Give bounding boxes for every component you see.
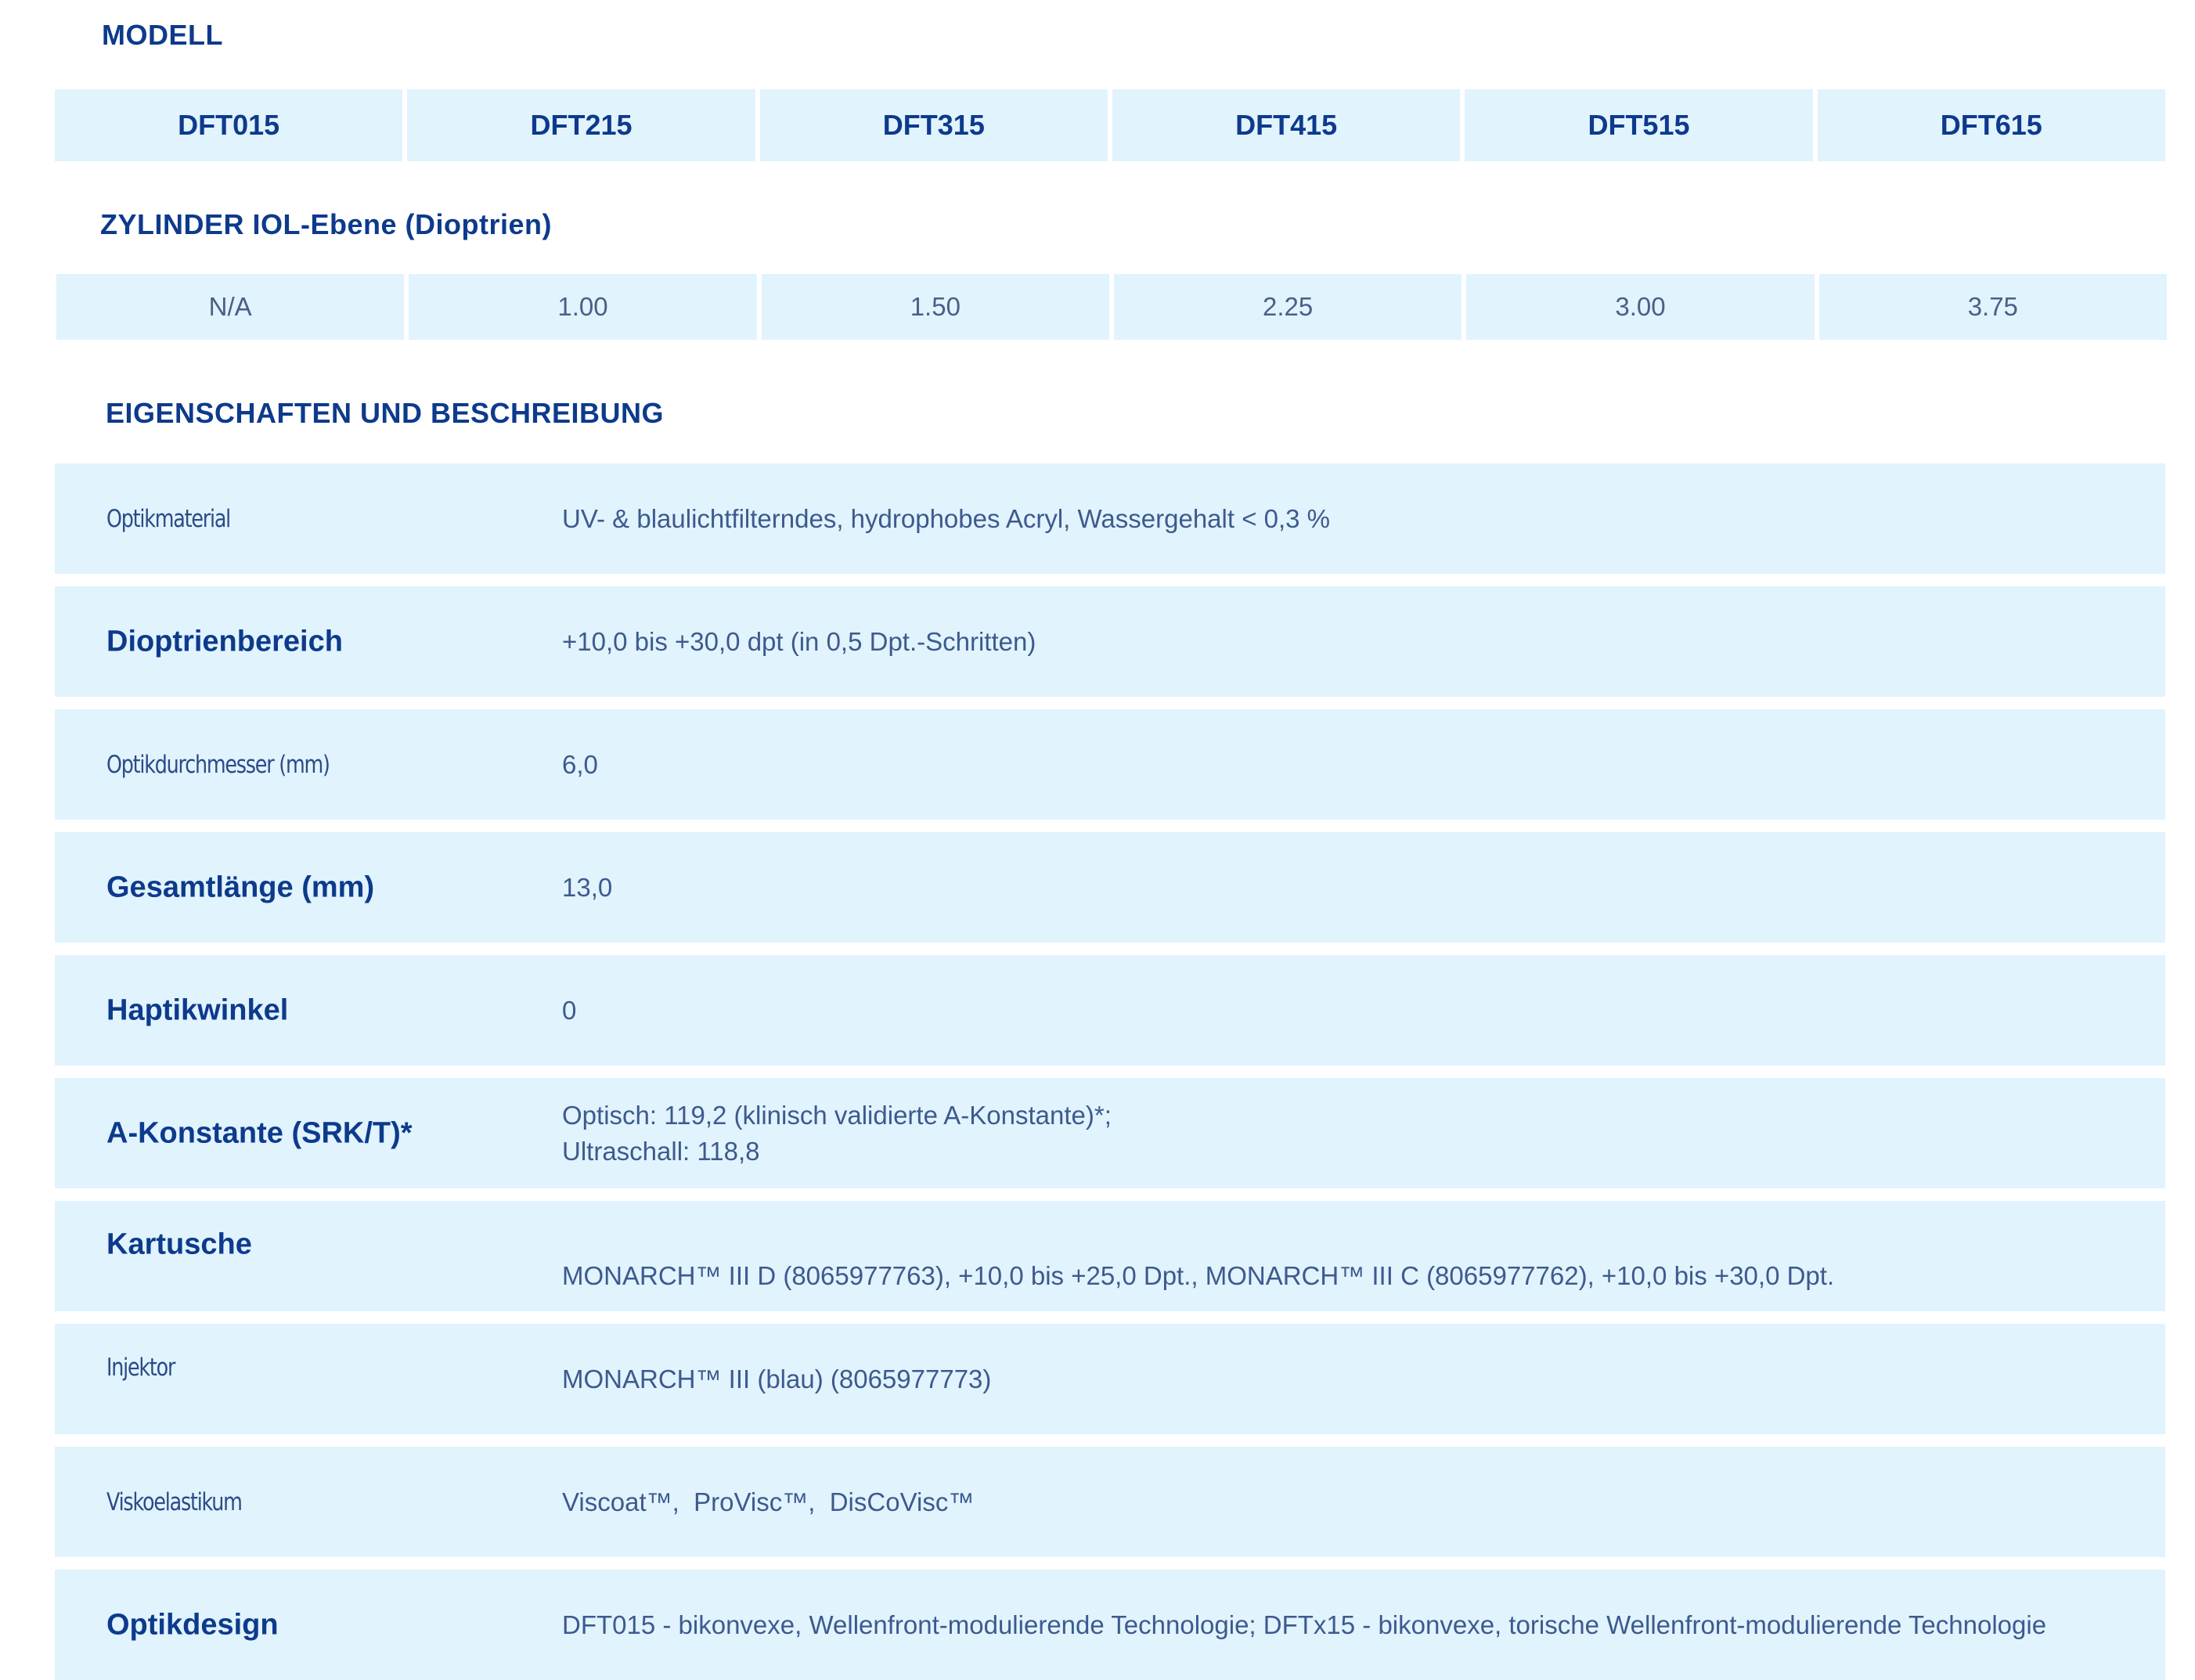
property-value: +10,0 bis +30,0 dpt (in 0,5 Dpt.-Schritt… <box>562 626 1036 656</box>
property-row-optikdurchmesser: Optikdurchmesser (mm) 6,0 <box>55 709 2165 820</box>
property-row-dioptrienbereich: Dioptrienbereich +10,0 bis +30,0 dpt (in… <box>55 586 2165 697</box>
property-value: 6,0 <box>562 749 598 779</box>
property-label: Injektor <box>106 1354 175 1383</box>
properties-section-title: EIGENSCHAFTEN UND BESCHREIBUNG <box>106 397 665 429</box>
cylinder-row: N/A 1.00 1.50 2.25 3.00 3.75 <box>56 274 2167 340</box>
cylinder-cell: 1.00 <box>409 274 757 340</box>
model-cell: DFT315 <box>759 89 1108 161</box>
cylinder-section-title: ZYLINDER IOL-Ebene (Dioptrien) <box>100 208 552 240</box>
model-row: DFT015 DFT215 DFT315 DFT415 DFT515 DFT61… <box>55 89 2165 161</box>
property-value: DFT015 - bikonvexe, Wellenfront-modulier… <box>562 1610 2047 1639</box>
property-row-a-konstante: A-Konstante (SRK/T)* Optisch: 119,2 (kli… <box>55 1078 2165 1188</box>
property-row-optikdesign: Optikdesign DFT015 - bikonvexe, Wellenfr… <box>55 1570 2165 1680</box>
model-cell: DFT515 <box>1465 89 1813 161</box>
model-cell: DFT015 <box>55 89 403 161</box>
property-label: Haptikwinkel <box>106 993 289 1026</box>
model-cell: DFT615 <box>1817 89 2165 161</box>
model-section-title: MODELL <box>102 19 223 51</box>
property-label: A-Konstante (SRK/T)* <box>106 1116 413 1149</box>
property-label: Kartusche <box>106 1228 252 1261</box>
property-value: UV- & blaulichtfilterndes, hydrophobes A… <box>562 503 1331 533</box>
property-label: Optikdurchmesser (mm) <box>106 750 330 779</box>
property-row-viskoelastikum: Viskoelastikum Viscoat™, ProVisc™, DisCo… <box>55 1447 2165 1557</box>
property-row-kartusche: Kartusche MONARCH™ III D (8065977763), +… <box>55 1201 2165 1311</box>
property-label: Optikdesign <box>106 1608 279 1641</box>
property-label: Optikmaterial <box>106 504 231 533</box>
property-value: MONARCH™ III D (8065977763), +10,0 bis +… <box>562 1260 1835 1290</box>
property-value-line: Optisch: 119,2 (klinisch validierte A-Ko… <box>562 1100 1112 1130</box>
property-value: 13,0 <box>562 872 613 902</box>
cylinder-cell: 1.50 <box>761 274 1109 340</box>
property-row-gesamtlaenge: Gesamtlänge (mm) 13,0 <box>55 832 2165 943</box>
property-value: 0 <box>562 995 577 1025</box>
cylinder-cell: 3.75 <box>1818 274 2167 340</box>
property-value: Optisch: 119,2 (klinisch validierte A-Ko… <box>562 1098 1112 1170</box>
property-row-injektor: Injektor MONARCH™ III (blau) (8065977773… <box>55 1324 2165 1434</box>
cylinder-cell: N/A <box>56 274 405 340</box>
model-cell: DFT215 <box>407 89 755 161</box>
cylinder-cell: 3.00 <box>1466 274 1815 340</box>
property-label: Dioptrienbereich <box>106 625 343 658</box>
property-value-line: Ultraschall: 118,8 <box>562 1136 760 1166</box>
property-value: MONARCH™ III (blau) (8065977773) <box>562 1364 992 1393</box>
property-value: Viscoat™, ProVisc™, DisCoVisc™ <box>562 1487 975 1516</box>
property-row-optikmaterial: Optikmaterial UV- & blaulichtfilterndes,… <box>55 463 2165 574</box>
cylinder-cell: 2.25 <box>1113 274 1462 340</box>
property-label: Viskoelastikum <box>106 1487 243 1516</box>
model-cell: DFT415 <box>1112 89 1461 161</box>
property-row-haptikwinkel: Haptikwinkel 0 <box>55 955 2165 1065</box>
property-label: Gesamtlänge (mm) <box>106 871 375 903</box>
